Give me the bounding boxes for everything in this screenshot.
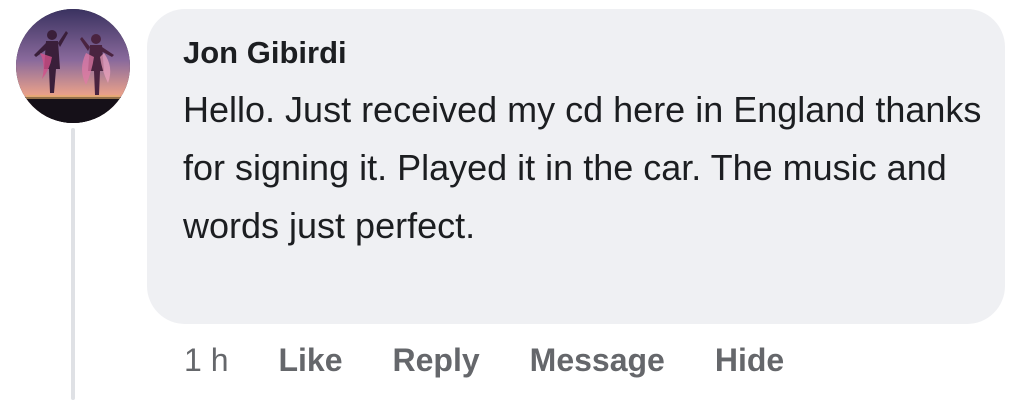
comment-actions: 1 h Like Reply Message Hide	[184, 338, 834, 382]
comment-bubble: Jon Gibirdi Hello. Just received my cd h…	[147, 9, 1005, 324]
thread-line	[71, 128, 75, 400]
comment: Jon Gibirdi Hello. Just received my cd h…	[0, 0, 1024, 400]
like-button[interactable]: Like	[278, 342, 342, 379]
comment-timestamp[interactable]: 1 h	[184, 342, 228, 379]
reply-button[interactable]: Reply	[393, 342, 480, 379]
comment-author[interactable]: Jon Gibirdi	[183, 33, 973, 73]
comment-text: Hello. Just received my cd here in Engla…	[183, 89, 982, 246]
message-button[interactable]: Message	[530, 342, 665, 379]
avatar-image	[16, 9, 130, 123]
hide-button[interactable]: Hide	[715, 342, 784, 379]
avatar[interactable]	[16, 9, 130, 123]
